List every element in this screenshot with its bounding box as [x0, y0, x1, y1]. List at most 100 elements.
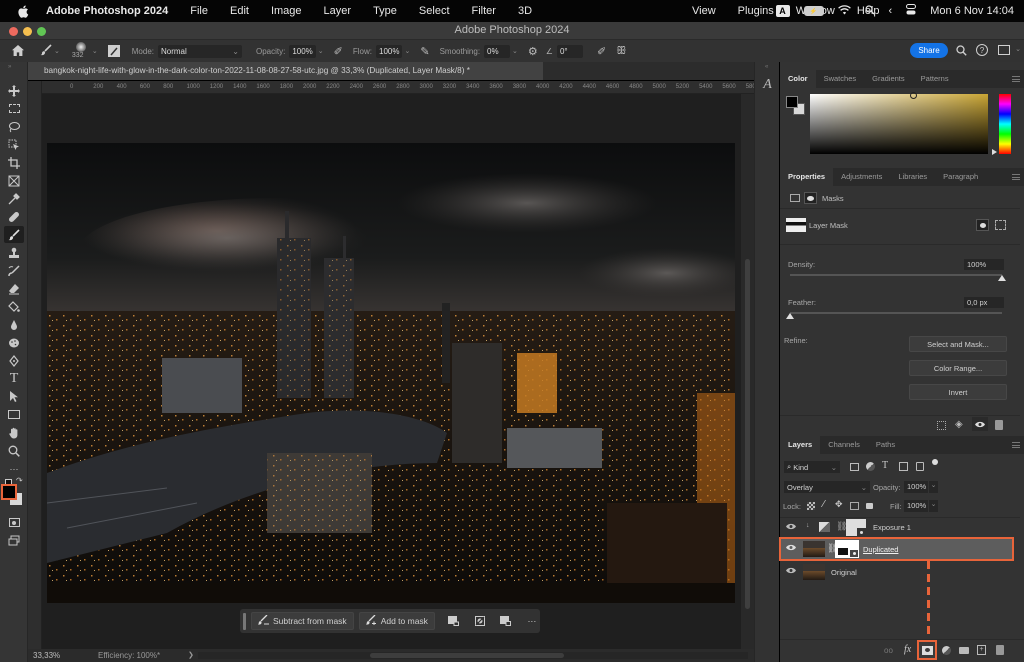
app-name-menu[interactable]: Adobe Photoshop 2024: [46, 5, 168, 17]
link-layers-icon[interactable]: oo: [884, 646, 893, 655]
brush-tool-preset-icon[interactable]: [40, 44, 52, 58]
brush-tool[interactable]: [4, 226, 24, 243]
chevron-down-icon[interactable]: ⌄: [512, 47, 518, 55]
canvas-vertical-scrollbar[interactable]: [741, 94, 754, 649]
frame-tool[interactable]: [4, 172, 24, 189]
delete-layer-trash-icon[interactable]: [996, 645, 1004, 655]
taskbar-drag-handle[interactable]: [243, 612, 246, 630]
tab-channels[interactable]: Channels: [820, 436, 868, 454]
feather-slider-track[interactable]: [790, 312, 1002, 314]
load-selection-from-mask-icon[interactable]: [937, 421, 946, 430]
chevron-down-icon[interactable]: ⌄: [92, 47, 98, 55]
delete-mask-trash-icon[interactable]: [995, 420, 1003, 430]
angle-input[interactable]: 0°: [556, 44, 583, 58]
add-vector-mask-button[interactable]: [995, 220, 1006, 230]
chevron-down-icon[interactable]: ⌄: [54, 47, 60, 55]
screen-mode-button[interactable]: [4, 532, 24, 549]
layer-row-exposure[interactable]: ↓ ⛓ Exposure 1: [780, 517, 1020, 538]
layer-name[interactable]: Exposure 1: [873, 523, 911, 532]
hue-slider-pointer[interactable]: [992, 149, 997, 155]
lock-position-move-icon[interactable]: ✥: [835, 499, 843, 510]
disable-mask-icon[interactable]: [473, 614, 487, 628]
clone-stamp-tool[interactable]: [4, 244, 24, 261]
lock-image-pixels-brush-icon[interactable]: ⁄: [823, 499, 825, 510]
layer-name[interactable]: Original: [831, 568, 857, 577]
smoothing-settings-gear-icon[interactable]: ⚙: [528, 45, 538, 58]
strip-collapse-handle[interactable]: «: [765, 64, 768, 70]
select-pixel-mask-button[interactable]: [976, 219, 989, 231]
pressure-size-icon[interactable]: ✐: [597, 45, 606, 58]
density-slider-track[interactable]: [790, 274, 1002, 276]
control-center-icon[interactable]: [906, 4, 917, 18]
clock-datetime[interactable]: Mon 6 Nov 14:04: [930, 5, 1014, 17]
apply-mask-icon[interactable]: ◈: [955, 419, 963, 430]
hue-slider[interactable]: [999, 94, 1011, 154]
filter-smart-objects-icon[interactable]: [916, 462, 924, 471]
blend-mode-select[interactable]: Overlay ⌄: [784, 481, 870, 493]
layer-opacity-input[interactable]: 100%: [904, 481, 928, 493]
menu-plugins[interactable]: Plugins: [738, 5, 774, 17]
character-panel-icon[interactable]: A: [759, 77, 776, 94]
layer-filter-kind-select[interactable]: ⌕ Kind ⌄: [784, 461, 840, 473]
lock-transparent-pixels-icon[interactable]: [807, 502, 815, 510]
color-range-button[interactable]: Color Range...: [909, 360, 1007, 376]
add-layer-mask-button[interactable]: [917, 640, 937, 660]
brush-size-picker[interactable]: 332: [72, 41, 90, 61]
help-icon[interactable]: ?: [976, 44, 988, 56]
fill-input[interactable]: 100%: [904, 500, 928, 512]
crop-tool[interactable]: [4, 154, 24, 171]
sponge-tool[interactable]: [4, 334, 24, 351]
canvas-image[interactable]: [47, 143, 735, 603]
more-options-button[interactable]: ···: [525, 614, 539, 628]
battery-charging-icon[interactable]: ⚡: [803, 6, 824, 16]
new-adjustment-layer-icon[interactable]: [942, 646, 951, 655]
pen-tool[interactable]: [4, 352, 24, 369]
zoom-level-field[interactable]: 33,33%: [33, 651, 60, 660]
filter-toggle-icon[interactable]: [932, 459, 938, 465]
tab-paragraph[interactable]: Paragraph: [935, 168, 986, 186]
invert-button[interactable]: Invert: [909, 384, 1007, 400]
filter-pixel-layers-icon[interactable]: [850, 463, 859, 471]
panel-menu-icon[interactable]: [1012, 76, 1020, 82]
panel-menu-icon[interactable]: [1012, 442, 1020, 448]
menu-file[interactable]: File: [190, 5, 208, 17]
scrollbar-thumb[interactable]: [745, 259, 750, 609]
tab-patterns[interactable]: Patterns: [913, 70, 957, 88]
filter-type-layers-icon[interactable]: T: [882, 460, 888, 471]
rectangular-marquee-tool[interactable]: [4, 100, 24, 117]
tab-properties[interactable]: Properties: [780, 168, 834, 186]
lock-artboard-icon[interactable]: [850, 502, 859, 510]
spot-healing-brush-tool[interactable]: [4, 208, 24, 225]
chevron-down-icon[interactable]: ⌄: [929, 500, 938, 512]
adjustment-mask-thumbnail[interactable]: [846, 519, 866, 536]
feather-slider-thumb[interactable]: [786, 313, 794, 319]
tab-libraries[interactable]: Libraries: [890, 168, 935, 186]
flow-input[interactable]: 100%: [376, 44, 403, 58]
tab-color[interactable]: Color: [780, 70, 816, 88]
layer-mask-thumbnail[interactable]: [835, 540, 859, 558]
wifi-icon[interactable]: [837, 4, 851, 18]
chevron-down-icon[interactable]: ⌄: [318, 47, 324, 55]
spotlight-search-icon[interactable]: [864, 4, 875, 18]
lock-all-padlock-icon[interactable]: [866, 503, 873, 509]
horizontal-scrollbar-thumb[interactable]: [370, 653, 564, 658]
color-foreground-swatch[interactable]: [786, 96, 798, 108]
visibility-eye-icon[interactable]: [786, 523, 796, 530]
default-colors-icon[interactable]: [5, 479, 12, 486]
pixel-layer-properties-icon[interactable]: [790, 194, 800, 202]
status-info-menu-chevron[interactable]: ❯: [188, 651, 194, 659]
mask-options-icon[interactable]: [447, 614, 461, 628]
layer-row-original[interactable]: Original: [780, 561, 1020, 582]
tab-layers[interactable]: Layers: [780, 436, 821, 454]
tab-adjustments[interactable]: Adjustments: [833, 168, 890, 186]
menu-image[interactable]: Image: [271, 5, 302, 17]
add-to-mask-button[interactable]: Add to mask: [358, 612, 435, 630]
swap-colors-icon[interactable]: ↷: [16, 476, 23, 485]
menu-select[interactable]: Select: [419, 5, 450, 17]
layer-row-duplicated[interactable]: ⛓ Duplicated: [779, 537, 1014, 561]
search-icon[interactable]: [956, 45, 967, 58]
menu-filter[interactable]: Filter: [472, 5, 496, 17]
feather-input[interactable]: 0,0 px: [964, 297, 1004, 308]
mode-select[interactable]: Normal ⌄: [157, 44, 242, 58]
hand-tool[interactable]: [4, 424, 24, 441]
